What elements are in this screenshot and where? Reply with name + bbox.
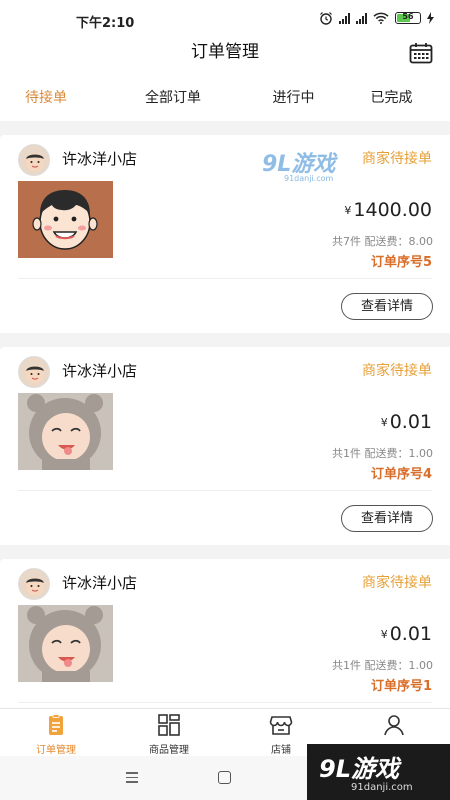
product-image [18, 181, 113, 258]
tab-all-orders[interactable]: 全部订单 [92, 76, 254, 121]
home-icon[interactable] [218, 771, 231, 784]
view-details-button[interactable]: 查看详情 [341, 293, 433, 320]
order-amount: 0.01 [389, 411, 432, 433]
order-amount: 1400.00 [353, 199, 432, 221]
order-price: ¥1400.00 [344, 199, 432, 221]
tab-in-progress[interactable]: 进行中 [254, 76, 333, 121]
grid-icon [158, 714, 180, 736]
profile-icon [384, 715, 404, 736]
shop-avatar [18, 356, 50, 388]
menu-icon[interactable] [126, 772, 138, 786]
watermark-site: 91danji.com [284, 174, 334, 183]
currency-symbol: ¥ [380, 628, 388, 641]
status-bar: 下午2:10 56 [0, 0, 450, 40]
watermark-brand: 9L游戏 [319, 755, 399, 783]
shop-name: 许冰洋小店 [62, 574, 138, 592]
order-sequence: 订单序号4 [370, 467, 432, 482]
order-summary: 共1件 配送费：1.00 [332, 659, 433, 672]
status-icons: 56 [319, 11, 434, 25]
card-divider [18, 490, 432, 491]
order-card[interactable]: 许冰洋小店 商家待接单 ¥0.01 共1件 配送费：1.00 订单序号4 查看详… [0, 347, 450, 545]
signal-icon-2 [356, 12, 367, 24]
currency-symbol: ¥ [380, 416, 388, 429]
watermark-logo: 9L游戏 91danji.com [262, 146, 357, 188]
wifi-icon [373, 12, 389, 24]
order-status: 商家待接单 [362, 575, 432, 591]
signal-icon [339, 12, 350, 24]
page-title: 订单管理 [191, 42, 259, 62]
shop-name: 许冰洋小店 [62, 362, 138, 380]
order-amount: 0.01 [389, 623, 432, 645]
card-divider [18, 702, 432, 703]
nav-label: 商品管理 [149, 745, 189, 756]
shop-avatar [18, 144, 50, 176]
tab-pending[interactable]: 待接单 [0, 76, 92, 121]
calendar-icon[interactable] [409, 42, 433, 64]
charging-icon [427, 12, 434, 24]
tab-completed[interactable]: 已完成 [333, 76, 450, 121]
product-image [18, 393, 113, 470]
currency-symbol: ¥ [344, 204, 352, 217]
order-status: 商家待接单 [362, 363, 432, 379]
nav-label: 订单管理 [36, 745, 76, 756]
view-details-button[interactable]: 查看详情 [341, 505, 433, 532]
order-list: 许冰洋小店 商家待接单 ¥1400.00 共7件 配送费：8.00 订单序号5 … [0, 122, 450, 708]
order-price: ¥0.01 [381, 623, 432, 645]
order-summary: 共7件 配送费：8.00 [332, 235, 433, 248]
battery-icon: 56 [395, 12, 421, 24]
store-icon [269, 716, 293, 735]
alarm-icon [320, 12, 332, 25]
order-sequence: 订单序号5 [370, 255, 432, 270]
order-tabs: 待接单 全部订单 进行中 已完成 [0, 76, 450, 121]
app-screen: 下午2:10 56 订单管理 待接单 全部订单 进行中 已完成 许冰洋小店 商家… [0, 0, 450, 800]
order-price: ¥0.01 [381, 411, 432, 433]
watermark-badge: 9L游戏 91danji.com [307, 744, 450, 800]
shop-avatar [18, 568, 50, 600]
order-card[interactable]: 许冰洋小店 商家待接单 ¥0.01 共1件 配送费：1.00 订单序号1 [0, 559, 450, 708]
shop-name: 许冰洋小店 [62, 150, 138, 168]
order-sequence: 订单序号1 [370, 679, 432, 694]
status-time: 下午2:10 [76, 16, 135, 31]
order-summary: 共1件 配送费：1.00 [332, 447, 433, 460]
battery-level: 56 [402, 12, 414, 21]
order-card[interactable]: 许冰洋小店 商家待接单 ¥1400.00 共7件 配送费：8.00 订单序号5 … [0, 135, 450, 333]
order-status: 商家待接单 [362, 151, 432, 167]
order-icon [49, 714, 63, 735]
nav-product-management[interactable]: 商品管理 [129, 713, 209, 756]
card-divider [18, 278, 432, 279]
product-image [18, 605, 113, 682]
watermark-site: 91danji.com [351, 782, 413, 793]
nav-order-management[interactable]: 订单管理 [16, 713, 96, 756]
app-header: 订单管理 [0, 40, 450, 76]
